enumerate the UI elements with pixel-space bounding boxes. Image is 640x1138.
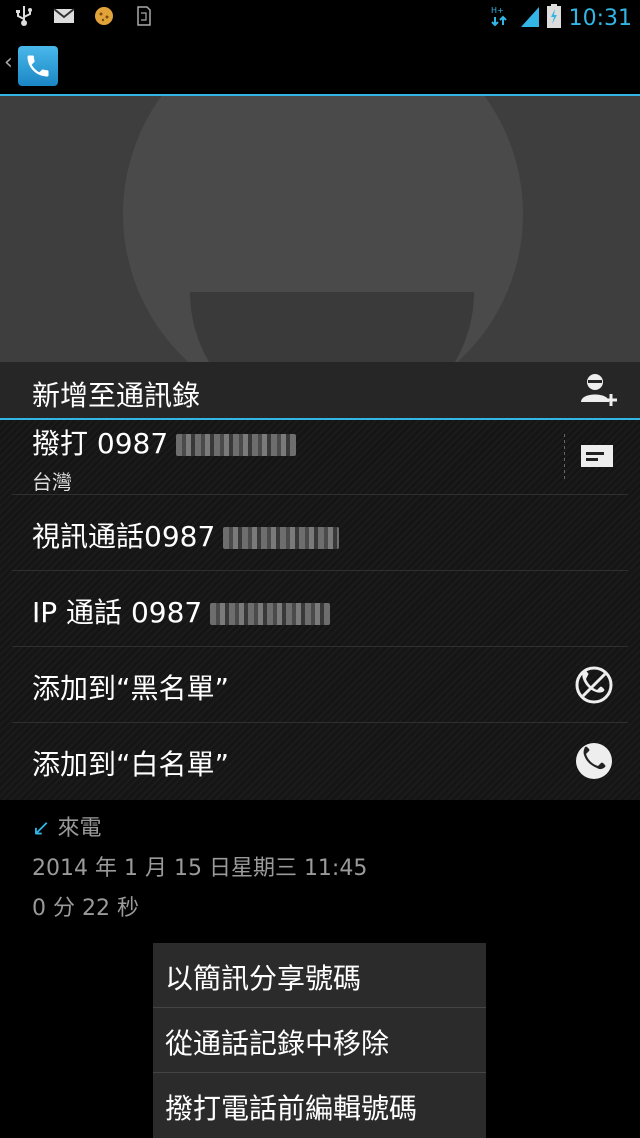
list-item-blacklist[interactable]: 添加到“黑名單” — [12, 647, 628, 723]
video-call-label: 視訊通話0987 — [32, 515, 340, 555]
list-item-video-call[interactable]: 視訊通話0987 — [12, 495, 628, 571]
usb-icon — [12, 5, 36, 27]
call-action-list: 撥打 0987 台灣 視訊通話0987 IP 通話 0987 添加到“黑名單” … — [0, 420, 640, 800]
back-caret-icon[interactable]: ‹ — [4, 50, 13, 75]
cookie-icon — [92, 5, 116, 27]
svg-text:H+: H+ — [491, 6, 504, 15]
call-details: ↙ 來電 2014 年 1 月 15 日星期三 11:45 0 分 22 秒 — [32, 810, 367, 922]
call-location: 台灣 — [32, 470, 72, 494]
signal-icon — [520, 5, 539, 31]
list-item-call[interactable]: 撥打 0987 台灣 — [12, 420, 628, 495]
incoming-call-icon: ↙ — [32, 816, 51, 841]
menu-item-label: 從通話記錄中移除 — [165, 1027, 390, 1060]
battery-charging-icon — [546, 4, 561, 32]
call-type: ↙ 來電 — [32, 810, 367, 842]
add-to-contacts-bar[interactable]: 新增至通訊錄 — [0, 362, 640, 420]
add-person-icon[interactable] — [580, 372, 620, 412]
redacted-number — [223, 527, 340, 549]
video-call-prefix: 視訊通話0987 — [32, 520, 216, 553]
action-bar: ‹ — [0, 34, 640, 96]
redacted-number — [176, 434, 297, 456]
data-hplus-icon: H+ — [491, 5, 513, 31]
menu-item-remove-from-log[interactable]: 從通話記錄中移除 — [153, 1008, 486, 1073]
call-prefix: 撥打 0987 — [32, 427, 169, 460]
menu-item-label: 以簡訊分享號碼 — [165, 962, 362, 995]
blocked-phone-icon[interactable] — [574, 665, 614, 709]
ip-call-label: IP 通話 0987 — [32, 591, 331, 631]
message-icon[interactable] — [580, 442, 614, 474]
notification-icons — [12, 5, 156, 27]
blacklist-label: 添加到“黑名單” — [32, 672, 230, 705]
call-datetime: 2014 年 1 月 15 日星期三 11:45 — [32, 856, 368, 881]
contact-photo — [0, 96, 640, 362]
sd-card-icon — [132, 5, 156, 27]
whitelist-label: 添加到“白名單” — [32, 748, 230, 781]
system-status: H+ 10:31 — [491, 4, 632, 32]
overflow-menu: 以簡訊分享號碼 從通話記錄中移除 撥打電話前編輯號碼 — [153, 943, 486, 1138]
call-type-label: 來電 — [57, 816, 102, 841]
menu-item-label: 撥打電話前編輯號碼 — [165, 1092, 418, 1125]
default-avatar-icon — [123, 96, 523, 362]
status-bar: H+ 10:31 — [0, 0, 640, 34]
call-label: 撥打 0987 — [32, 422, 297, 462]
mail-icon — [52, 5, 76, 27]
menu-item-edit-before-call[interactable]: 撥打電話前編輯號碼 — [153, 1073, 486, 1137]
phone-icon[interactable] — [574, 741, 614, 785]
call-duration: 0 分 22 秒 — [32, 896, 139, 921]
menu-item-share-number[interactable]: 以簡訊分享號碼 — [153, 943, 486, 1008]
list-item-ip-call[interactable]: IP 通話 0987 — [12, 571, 628, 647]
clock: 10:31 — [568, 5, 632, 31]
ip-call-prefix: IP 通話 0987 — [32, 596, 203, 629]
list-item-whitelist[interactable]: 添加到“白名單” — [12, 723, 628, 799]
redacted-number — [210, 603, 331, 625]
divider — [564, 434, 565, 480]
phone-app-icon[interactable] — [18, 46, 58, 86]
add-to-contacts-label: 新增至通訊錄 — [32, 379, 201, 412]
